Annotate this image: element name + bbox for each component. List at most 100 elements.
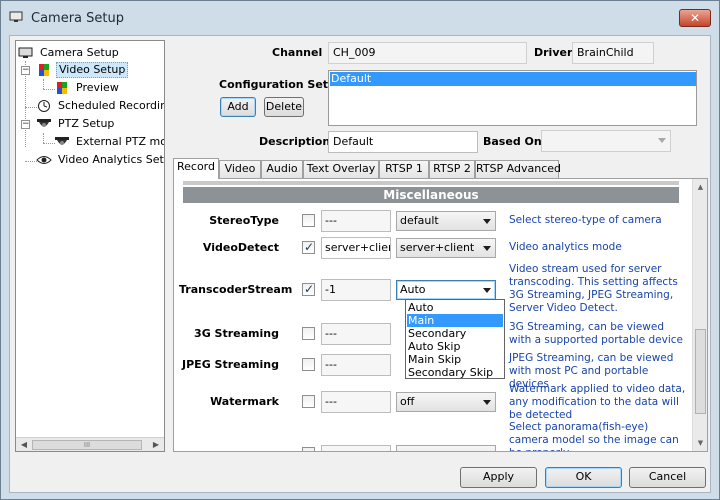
driver-label: Driver: [534, 46, 573, 59]
apply-button[interactable]: Apply: [460, 467, 537, 488]
3g-streaming-description: 3G Streaming, can be viewed with a suppo…: [509, 321, 683, 346]
collapse-toggle[interactable]: −: [21, 66, 30, 75]
scroll-thumb[interactable]: [695, 329, 706, 414]
scroll-right-icon[interactable]: ▶: [149, 439, 163, 451]
based-on-label: Based On: [483, 135, 542, 148]
setting-label-watermark: Watermark: [210, 395, 279, 408]
dropdown-option-secondary[interactable]: Secondary: [407, 327, 503, 340]
scroll-thumb[interactable]: III: [32, 440, 142, 450]
chevron-down-icon: [483, 400, 491, 405]
watermark-description: Watermark applied to video data, any mod…: [509, 383, 686, 421]
videodetect-value: server+client: [321, 237, 391, 259]
based-on-select[interactable]: [541, 130, 671, 152]
scroll-up-icon[interactable]: ▲: [694, 180, 707, 194]
tab-rtsp-advanced[interactable]: RTSP Advanced: [475, 160, 561, 178]
setup-tree[interactable]: Camera Setup − Video Setup Preview Sched…: [15, 40, 165, 452]
watermark-value: ---: [321, 391, 391, 413]
list-item[interactable]: Default: [330, 72, 696, 86]
watermark-select-value: off: [400, 395, 415, 408]
tree-item-label: Camera Setup: [40, 46, 119, 59]
camera-setup-window: Camera Setup ✕ Camera Setup − Video Setu…: [0, 0, 720, 500]
transcoderstream-dropdown[interactable]: Auto Main Secondary Auto Skip Main Skip …: [405, 299, 505, 379]
monitor-icon: [9, 11, 23, 22]
dialog-client: Camera Setup − Video Setup Preview Sched…: [9, 35, 711, 493]
3g-streaming-value: ---: [321, 323, 391, 345]
setting-label-3g-streaming: 3G Streaming: [194, 327, 279, 340]
dropdown-option-auto[interactable]: Auto: [407, 301, 503, 314]
panorama-checkbox[interactable]: [302, 447, 315, 451]
description-input[interactable]: Default: [328, 131, 478, 153]
stereotype-select-value: default: [400, 214, 439, 227]
color-grid-icon: [57, 82, 67, 94]
videodetect-description: Video analytics mode: [509, 241, 622, 253]
tree-item-label: Video Setup: [56, 62, 129, 78]
clock-icon: [38, 100, 50, 112]
tab-rtsp-1[interactable]: RTSP 1: [379, 160, 429, 178]
tab-video[interactable]: Video: [219, 160, 261, 178]
panorama-select[interactable]: [396, 445, 496, 451]
stereotype-description: Select stereo-type of camera: [509, 214, 662, 226]
dropdown-option-secondary-skip[interactable]: Secondary Skip: [407, 366, 503, 379]
title-bar[interactable]: Camera Setup ✕: [1, 1, 719, 35]
videodetect-select[interactable]: server+client: [396, 238, 496, 258]
color-grid-icon: [39, 64, 49, 76]
transcoderstream-select-value: Auto: [400, 283, 426, 296]
close-button[interactable]: ✕: [679, 9, 711, 27]
watermark-checkbox[interactable]: [302, 395, 315, 408]
channel-label: Channel: [272, 46, 323, 59]
tree-horizontal-scrollbar[interactable]: ◀ III ▶: [16, 437, 164, 451]
chevron-down-icon: [483, 246, 491, 251]
dropdown-option-auto-skip[interactable]: Auto Skip: [407, 340, 503, 353]
delete-button[interactable]: Delete: [264, 97, 304, 117]
stereotype-select[interactable]: default: [396, 211, 496, 231]
tab-record[interactable]: Record: [173, 158, 219, 179]
chevron-down-icon: [658, 138, 666, 143]
chevron-down-icon: [483, 288, 491, 293]
eye-icon: [36, 156, 52, 164]
window-title: Camera Setup: [31, 11, 124, 26]
transcoderstream-value: -1: [321, 279, 391, 301]
transcoderstream-description: Video stream used for server transcoding…: [509, 263, 678, 314]
ptz-camera-icon: [55, 137, 69, 145]
tree-item-label: Scheduled Recording: [58, 99, 165, 112]
dropdown-option-main-skip[interactable]: Main Skip: [407, 353, 503, 366]
chevron-down-icon: [483, 219, 491, 224]
ptz-camera-icon: [37, 119, 51, 127]
scroll-left-icon[interactable]: ◀: [17, 439, 31, 451]
section-divider: [183, 181, 679, 185]
add-button[interactable]: Add: [220, 97, 256, 117]
description-label: Description: [259, 135, 331, 148]
tree-item-label: PTZ Setup: [58, 117, 115, 130]
setting-label-videodetect: VideoDetect: [202, 241, 279, 254]
configuration-sets-list[interactable]: Default: [328, 70, 697, 126]
tree-item-label: Video Analytics Setup: [58, 153, 164, 166]
setting-label-transcoderstream: TranscoderStream: [179, 283, 293, 296]
ok-button[interactable]: OK: [545, 467, 622, 488]
collapse-toggle[interactable]: −: [21, 120, 30, 129]
3g-streaming-checkbox[interactable]: [302, 327, 315, 340]
scroll-down-icon[interactable]: ▼: [694, 436, 707, 450]
driver-field: BrainChild: [572, 42, 654, 64]
setting-label-jpeg-streaming: JPEG Streaming: [182, 358, 279, 371]
panel-vertical-scrollbar[interactable]: ▲ ▼: [692, 179, 707, 451]
videodetect-checkbox[interactable]: [302, 240, 315, 254]
videodetect-select-value: server+client: [400, 241, 475, 254]
record-panel: Miscellaneous StereoType --- default Sel…: [173, 178, 708, 452]
tab-text-overlay[interactable]: Text Overlay: [303, 160, 379, 178]
configuration-sets-label: Configuration Sets: [219, 78, 335, 91]
channel-field: CH_009: [328, 42, 527, 64]
panorama-description: Select panorama(fish-eye) camera model s…: [509, 421, 679, 451]
watermark-select[interactable]: off: [396, 392, 496, 412]
tab-rtsp-2[interactable]: RTSP 2: [429, 160, 475, 178]
tab-audio[interactable]: Audio: [261, 160, 303, 178]
panorama-value: [321, 445, 391, 451]
stereotype-checkbox[interactable]: [302, 214, 315, 227]
jpeg-streaming-value: ---: [321, 354, 391, 376]
transcoderstream-checkbox[interactable]: [302, 282, 315, 296]
monitor-icon: [18, 47, 33, 58]
transcoderstream-select[interactable]: Auto: [396, 280, 496, 300]
jpeg-streaming-checkbox[interactable]: [302, 358, 315, 371]
tree-item-label: External PTZ module: [76, 135, 164, 148]
dropdown-option-main[interactable]: Main: [407, 314, 503, 327]
cancel-button[interactable]: Cancel: [629, 467, 706, 488]
